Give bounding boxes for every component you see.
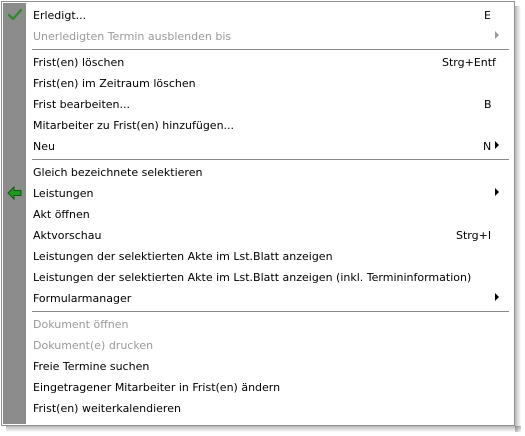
menu-item-unerledigten-termin-ausblenden-bis: Unerledigten Termin ausblenden bis xyxy=(2,26,514,47)
menu-item-label: Eingetragener Mitarbeiter in Frist(en) ä… xyxy=(33,381,281,394)
menu-item-label: Dokument(e) drucken xyxy=(33,339,154,352)
menu-item-frist-en-im-zeitraum-loeschen[interactable]: Frist(en) im Zeitraum löschen xyxy=(2,73,514,94)
submenu-arrow-icon xyxy=(495,188,499,196)
menu-item-label: Leistungen xyxy=(33,187,94,200)
menu-item-leistungen-der-selektierten-akte-im-lst-blatt-anzeigen[interactable]: Leistungen der selektierten Akte im Lst.… xyxy=(2,246,514,267)
menu-item-shortcut: N xyxy=(483,140,492,153)
context-menu: Erledigt... E Unerledigten Termin ausblend… xyxy=(1,1,515,426)
menu-item-frist-bearbeiten[interactable]: Frist bearbeiten... B xyxy=(2,94,514,115)
menu-item-shortcut: Strg+I xyxy=(456,229,492,242)
submenu-arrow-icon xyxy=(495,293,499,301)
menu-item-neu[interactable]: Neu N xyxy=(2,136,514,157)
menu-item-label: Frist(en) im Zeitraum löschen xyxy=(33,77,196,90)
menu-item-formularmanager[interactable]: Formularmanager xyxy=(2,288,514,309)
menu-item-shortcut: Strg+Entf xyxy=(442,56,496,69)
menu-item-label: Frist(en) löschen xyxy=(33,56,125,69)
menu-item-label: Unerledigten Termin ausblenden bis xyxy=(33,30,232,43)
submenu-arrow-icon xyxy=(495,141,499,149)
menu-item-shortcut: E xyxy=(484,9,491,22)
menu-item-frist-en-weiterkalendieren[interactable]: Frist(en) weiterkalendieren xyxy=(2,398,514,419)
green-arrow-left-icon xyxy=(6,184,24,202)
menu-item-label: Akt öffnen xyxy=(33,208,90,221)
menu-item-label: Aktvorschau xyxy=(33,229,102,242)
menu-item-dokument-oeffnen: Dokument öffnen xyxy=(2,314,514,335)
menu-item-label: Frist(en) weiterkalendieren xyxy=(33,402,181,415)
menu-item-leistungen-der-selektierten-akte-im-lst-blatt-anzeigen-inkl-termininformation[interactable]: Leistungen der selektierten Akte im Lst.… xyxy=(2,267,514,288)
menu-item-gleich-bezeichnete-selektieren[interactable]: Gleich bezeichnete selektieren xyxy=(2,162,514,183)
menu-item-label: Dokument öffnen xyxy=(33,318,129,331)
menu-item-freie-termine-suchen[interactable]: Freie Termine suchen xyxy=(2,356,514,377)
menu-item-label: Frist bearbeiten... xyxy=(33,98,131,111)
menu-item-label: Leistungen der selektierten Akte im Lst.… xyxy=(33,250,333,263)
menu-item-label: Gleich bezeichnete selektieren xyxy=(33,166,203,179)
menu-item-label: Neu xyxy=(33,140,55,153)
menu-item-aktvorschau[interactable]: Aktvorschau Strg+I xyxy=(2,225,514,246)
menu-item-label: Mitarbeiter zu Frist(en) hinzufügen... xyxy=(33,119,235,132)
menu-item-frist-en-loeschen[interactable]: Frist(en) löschen Strg+Entf xyxy=(2,52,514,73)
menu-item-label: Erledigt... xyxy=(33,9,87,22)
menu-item-label: Leistungen der selektierten Akte im Lst.… xyxy=(33,271,472,284)
menu-item-dokument-e-drucken: Dokument(e) drucken xyxy=(2,335,514,356)
menu-item-label: Freie Termine suchen xyxy=(33,360,150,373)
menu-item-leistungen[interactable]: Leistungen xyxy=(2,183,514,204)
menu-item-eingetragener-mitarbeiter-in-frist-en-aendern[interactable]: Eingetragener Mitarbeiter in Frist(en) ä… xyxy=(2,377,514,398)
menu-shadow-bottom xyxy=(6,426,521,432)
menu-items: Erledigt... E Unerledigten Termin ausblend… xyxy=(2,5,514,419)
menu-item-label: Formularmanager xyxy=(33,292,132,305)
menu-item-mitarbeiter-zu-frist-en-hinzufuegen[interactable]: Mitarbeiter zu Frist(en) hinzufügen... xyxy=(2,115,514,136)
menu-item-akt-oeffnen[interactable]: Akt öffnen xyxy=(2,204,514,225)
menu-shadow-right xyxy=(515,6,521,432)
check-icon xyxy=(6,6,24,24)
menu-item-erledigt[interactable]: Erledigt... E xyxy=(2,5,514,26)
submenu-arrow-icon xyxy=(495,31,499,39)
menu-item-shortcut: B xyxy=(484,98,492,111)
